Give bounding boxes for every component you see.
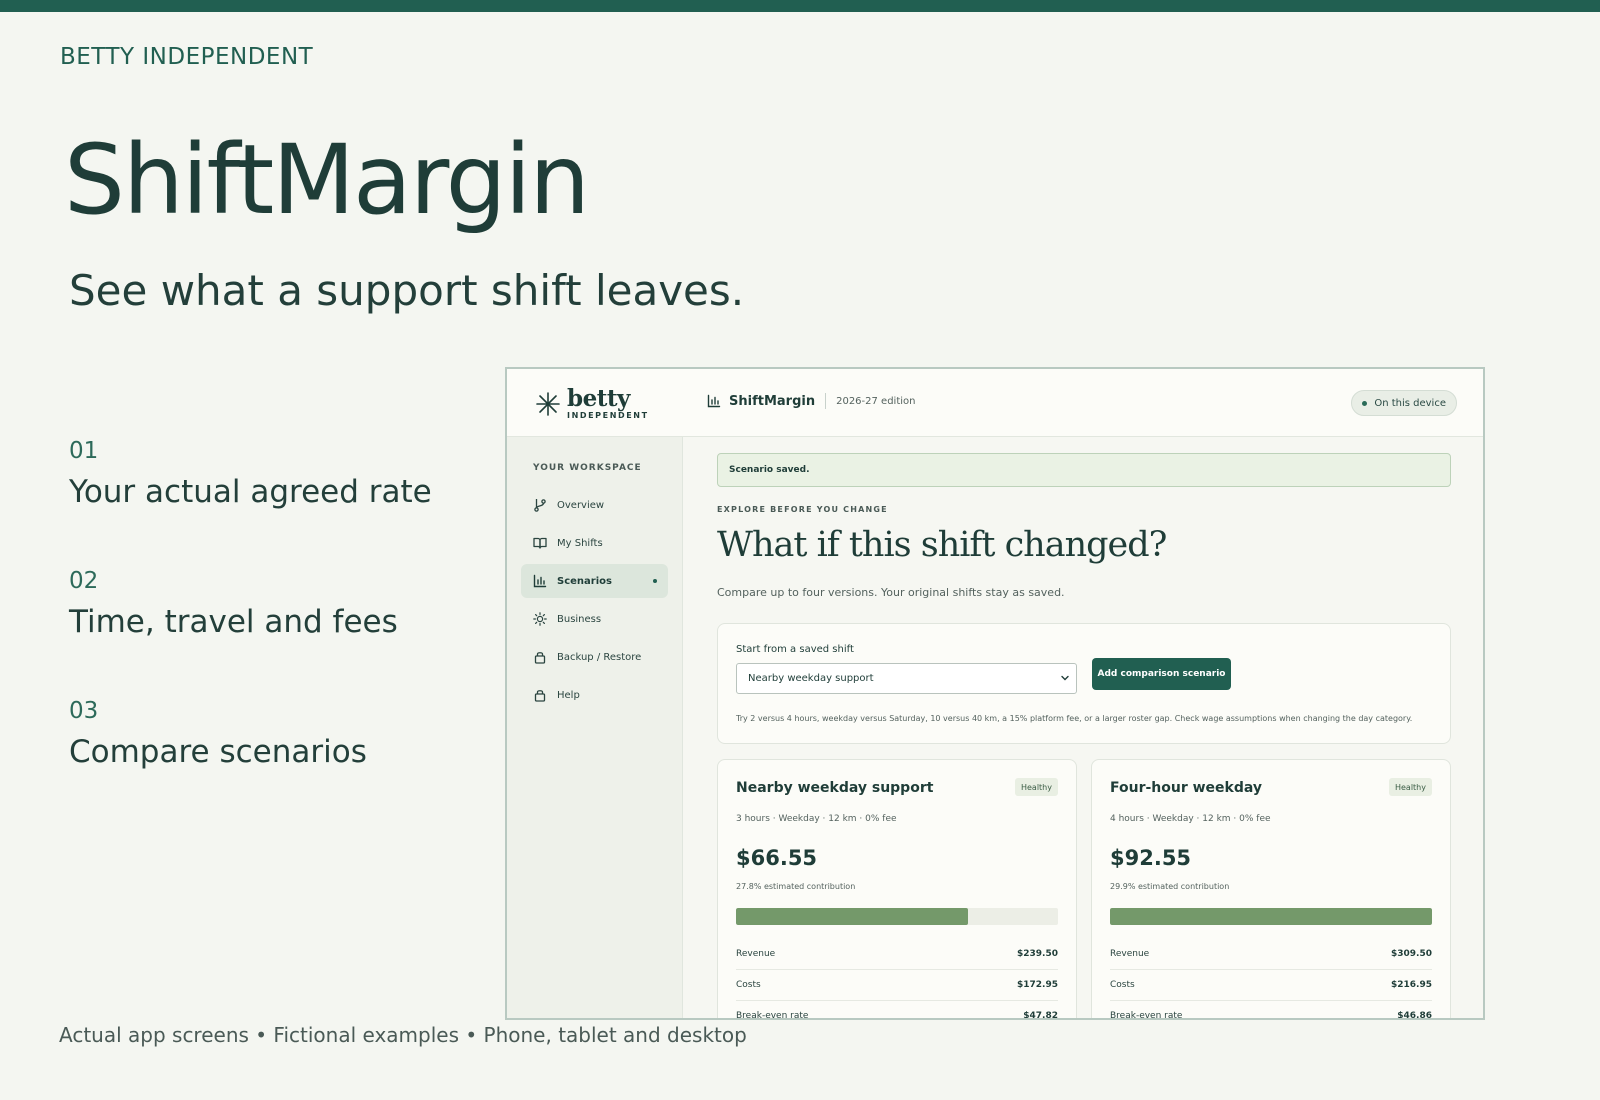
scenario-meta: 3 hours · Weekday · 12 km · 0% fee <box>736 814 897 824</box>
hero-title: ShiftMargin <box>64 124 590 236</box>
row-value: $239.50 <box>1017 949 1058 959</box>
sidebar-item-label: Overview <box>557 499 605 511</box>
promo-footer: Actual app screens • Fictional examples … <box>59 1023 747 1047</box>
sidebar-item-scenarios[interactable]: Scenarios <box>521 564 668 598</box>
page-description: Compare up to four versions. Your origin… <box>717 586 1065 599</box>
status-badge: Healthy <box>1014 778 1058 796</box>
feature-2: 02 Time, travel and fees <box>69 568 398 640</box>
contribution-bar-fill <box>736 908 968 925</box>
asterisk-icon <box>536 391 560 416</box>
scenario-row-break-even: Break-even rate $47.82 <box>736 1001 1058 1020</box>
select-value: Nearby weekday support <box>748 673 874 684</box>
scenario-saved-toast: Scenario saved. <box>717 453 1451 487</box>
feature-number: 03 <box>69 698 99 724</box>
app-window: betty INDEPENDENT ShiftMargin 2026-27 ed… <box>505 367 1485 1020</box>
contribution-bar <box>1110 908 1432 925</box>
scenario-row-break-even: Break-even rate $46.86 <box>1110 1001 1432 1020</box>
device-badge-label: On this device <box>1374 397 1446 409</box>
scenario-row-revenue: Revenue $309.50 <box>1110 939 1432 970</box>
row-label: Break-even rate <box>736 1011 809 1020</box>
contribution-bar-fill <box>1110 908 1432 925</box>
row-value: $216.95 <box>1391 980 1432 990</box>
device-storage-badge: On this device <box>1351 390 1457 416</box>
page-title: What if this shift changed? <box>717 525 1167 565</box>
scenario-amount: $66.55 <box>736 846 818 870</box>
row-label: Revenue <box>736 949 776 959</box>
top-accent-bar <box>0 0 1600 12</box>
lock-icon <box>534 690 546 702</box>
sidebar: YOUR WORKSPACE Overview My Shifts Scenar… <box>507 437 683 1018</box>
saved-shift-select[interactable]: Nearby weekday support <box>736 663 1077 694</box>
sun-icon <box>533 612 547 626</box>
row-label: Revenue <box>1110 949 1150 959</box>
hero-subtitle: See what a support shift leaves. <box>69 266 745 315</box>
app-name: ShiftMargin <box>729 393 816 409</box>
row-value: $47.82 <box>1023 1011 1058 1020</box>
scenario-row-costs: Costs $172.95 <box>736 970 1058 1001</box>
edition-label: 2026-27 edition <box>836 395 916 407</box>
saved-shift-label: Start from a saved shift <box>736 644 854 655</box>
feature-text: Your actual agreed rate <box>69 474 432 510</box>
scenario-row-revenue: Revenue $239.50 <box>736 939 1058 970</box>
sidebar-item-help[interactable]: Help <box>521 678 668 712</box>
scenario-row-costs: Costs $216.95 <box>1110 970 1432 1001</box>
branch-icon <box>534 499 546 512</box>
scenario-hint: Try 2 versus 4 hours, weekday versus Sat… <box>736 714 1413 723</box>
sidebar-item-backup-restore[interactable]: Backup / Restore <box>521 640 668 674</box>
header-divider <box>825 393 827 409</box>
sidebar-item-label: Help <box>557 689 580 701</box>
start-scenario-card: Start from a saved shift Nearby weekday … <box>717 623 1451 744</box>
add-comparison-scenario-button[interactable]: Add comparison scenario <box>1092 658 1231 690</box>
scenario-card: Four-hour weekday Healthy 4 hours · Week… <box>1091 759 1451 1020</box>
row-label: Costs <box>1110 980 1135 990</box>
sidebar-item-label: Business <box>557 613 602 625</box>
feature-3: 03 Compare scenarios <box>69 698 367 770</box>
feature-1: 01 Your actual agreed rate <box>69 438 432 510</box>
sidebar-item-business[interactable]: Business <box>521 602 668 636</box>
sidebar-item-label: Backup / Restore <box>557 651 642 663</box>
scenario-meta: 4 hours · Weekday · 12 km · 0% fee <box>1110 814 1271 824</box>
book-icon <box>533 537 547 549</box>
chevron-down-icon <box>1061 675 1069 681</box>
feature-number: 02 <box>69 568 99 594</box>
sidebar-item-my-shifts[interactable]: My Shifts <box>521 526 668 560</box>
brand-name: BETTY INDEPENDENT <box>60 44 314 70</box>
row-value: $46.86 <box>1397 1011 1432 1020</box>
row-value: $172.95 <box>1017 980 1058 990</box>
row-label: Break-even rate <box>1110 1011 1183 1020</box>
row-label: Costs <box>736 980 761 990</box>
scenario-amount: $92.55 <box>1110 846 1192 870</box>
page-eyebrow: EXPLORE BEFORE YOU CHANGE <box>717 505 888 514</box>
scenario-title: Nearby weekday support <box>736 780 934 796</box>
betty-logo[interactable]: betty INDEPENDENT <box>535 387 649 420</box>
contribution-bar <box>736 908 1058 925</box>
sidebar-item-label: My Shifts <box>557 537 603 549</box>
sidebar-item-overview[interactable]: Overview <box>521 488 668 522</box>
status-dot-icon <box>1362 400 1368 406</box>
scenario-card: Nearby weekday support Healthy 3 hours ·… <box>717 759 1077 1020</box>
status-badge: Healthy <box>1388 778 1432 796</box>
sidebar-heading: YOUR WORKSPACE <box>533 463 642 473</box>
scenario-contribution: 27.8% estimated contribution <box>736 882 856 891</box>
scenario-title: Four-hour weekday <box>1110 780 1263 796</box>
logo-wordmark: betty <box>567 385 630 412</box>
feature-text: Time, travel and fees <box>69 604 398 640</box>
app-header: betty INDEPENDENT ShiftMargin 2026-27 ed… <box>507 369 1483 437</box>
chart-icon <box>533 574 547 588</box>
scenario-contribution: 29.9% estimated contribution <box>1110 882 1230 891</box>
feature-text: Compare scenarios <box>69 734 367 770</box>
lock-icon <box>534 652 546 664</box>
bar-chart-icon <box>707 394 721 408</box>
active-indicator-icon <box>653 579 657 583</box>
row-value: $309.50 <box>1391 949 1432 959</box>
header-app-title: ShiftMargin 2026-27 edition <box>707 393 916 409</box>
logo-subtitle: INDEPENDENT <box>567 411 649 420</box>
sidebar-item-label: Scenarios <box>557 575 612 587</box>
feature-number: 01 <box>69 438 99 464</box>
